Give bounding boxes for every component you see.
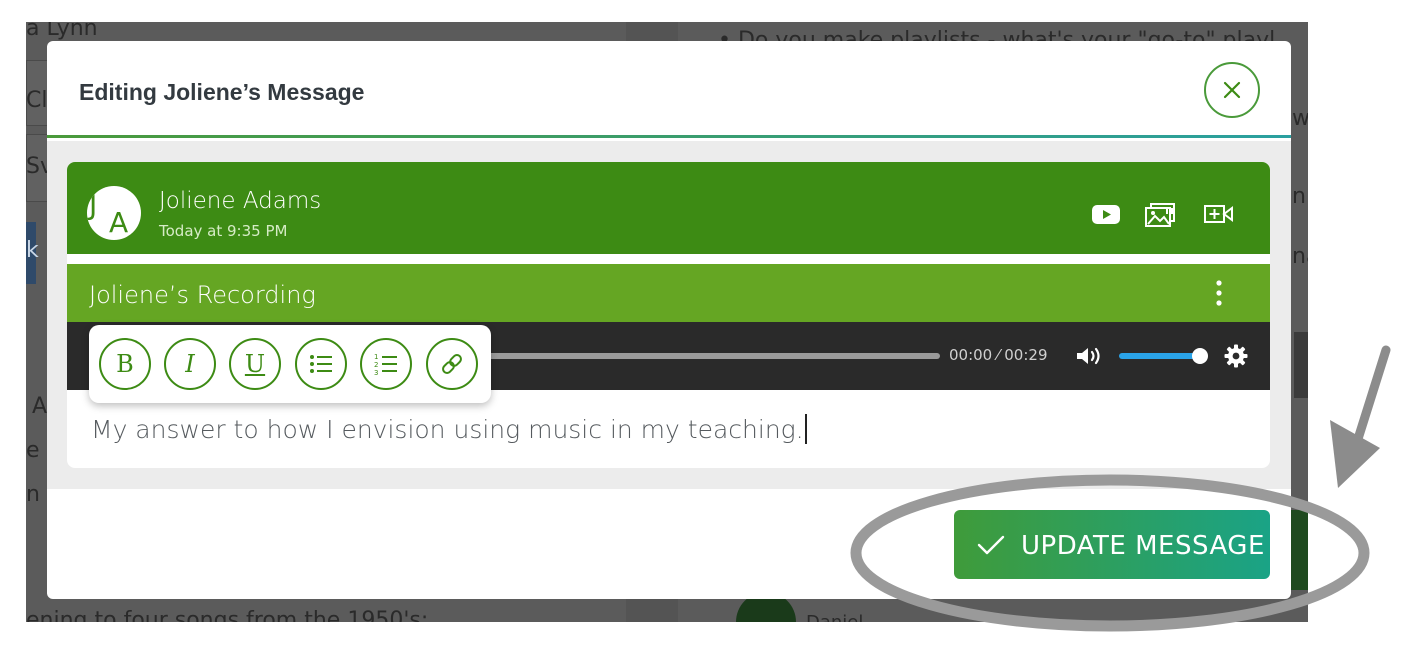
volume-icon[interactable] bbox=[1075, 344, 1105, 368]
message-text: My answer to how I envision using music … bbox=[91, 415, 804, 444]
annotation-arrow-head bbox=[1330, 420, 1380, 488]
link-icon bbox=[442, 354, 462, 374]
avatar-initial: J bbox=[89, 188, 98, 221]
recording-bar: Joliene’s Recording bbox=[67, 264, 1270, 322]
youtube-icon[interactable] bbox=[1089, 200, 1123, 228]
italic-button[interactable]: I bbox=[164, 338, 216, 390]
volume-slider[interactable] bbox=[1119, 348, 1209, 364]
add-video-icon[interactable] bbox=[1201, 200, 1235, 228]
message-header: J A Joliene Adams Today at 9:35 PM bbox=[67, 162, 1270, 254]
background-text: wa bbox=[1292, 106, 1308, 131]
bullet-list-icon bbox=[310, 355, 332, 373]
bullet-list-button[interactable] bbox=[295, 338, 347, 390]
background-text: n bbox=[26, 482, 40, 507]
edit-message-modal: Editing Joliene’s Message J A Joliene Ad… bbox=[47, 41, 1291, 599]
numbered-list-button[interactable]: 1 2 3 bbox=[360, 338, 412, 390]
background-text: Daniel bbox=[806, 612, 863, 622]
numbered-list-icon: 1 2 3 bbox=[374, 353, 397, 376]
svg-text:2: 2 bbox=[374, 361, 378, 369]
avatar-initial: A bbox=[109, 206, 129, 239]
volume-knob[interactable] bbox=[1192, 348, 1208, 364]
bold-button[interactable]: B bbox=[99, 338, 151, 390]
svg-text:3: 3 bbox=[374, 369, 378, 376]
background-text: ening to four songs from the 1950's: bbox=[26, 608, 429, 622]
background-text: e bbox=[26, 438, 40, 463]
svg-text:1: 1 bbox=[374, 353, 378, 361]
message-editor[interactable]: My answer to how I envision using music … bbox=[91, 414, 807, 444]
underline-button[interactable]: U bbox=[229, 338, 281, 390]
image-gallery-icon[interactable] bbox=[1143, 200, 1177, 228]
message-timestamp: Today at 9:35 PM bbox=[159, 222, 288, 240]
formatting-toolbar: B I U 1 2 3 bbox=[89, 325, 491, 403]
link-button[interactable] bbox=[426, 338, 478, 390]
checkmark-icon bbox=[977, 535, 1005, 555]
background-green-block bbox=[1288, 510, 1308, 590]
italic-label: I bbox=[185, 350, 195, 378]
player-time: 00:00 ⁄ 00:29 bbox=[949, 346, 1048, 364]
volume-level bbox=[1119, 353, 1200, 359]
progress-bar[interactable] bbox=[487, 353, 940, 359]
modal-header: Editing Joliene’s Message bbox=[47, 41, 1291, 138]
modal-body: J A Joliene Adams Today at 9:35 PM Jolie… bbox=[47, 141, 1291, 489]
annotation-arrow-shaft bbox=[1347, 345, 1391, 463]
more-options-icon[interactable] bbox=[1207, 278, 1231, 310]
screenshot-stage: a Lynn Cli Sv k A e n ening to four song… bbox=[0, 0, 1410, 658]
bold-label: B bbox=[116, 350, 134, 378]
author-name: Joliene Adams bbox=[159, 188, 322, 214]
background-dark-block bbox=[1294, 332, 1308, 398]
avatar: J A bbox=[87, 186, 141, 240]
background-text: ni bbox=[1292, 184, 1308, 209]
background-text: a Lynn bbox=[26, 22, 98, 41]
background-text: k bbox=[26, 238, 39, 263]
text-caret bbox=[804, 414, 807, 444]
update-message-label: UPDATE MESSAGE bbox=[1021, 531, 1265, 561]
underline-label: U bbox=[244, 350, 266, 378]
background-text: A bbox=[32, 394, 48, 419]
close-x-icon bbox=[1223, 81, 1241, 99]
update-message-button[interactable]: UPDATE MESSAGE bbox=[954, 510, 1270, 579]
close-button[interactable] bbox=[1204, 62, 1260, 118]
settings-icon[interactable] bbox=[1223, 343, 1249, 369]
message-card: J A Joliene Adams Today at 9:35 PM Jolie… bbox=[67, 162, 1270, 468]
background-text: na bbox=[1292, 244, 1308, 269]
recording-title: Joliene’s Recording bbox=[89, 281, 316, 309]
modal-title: Editing Joliene’s Message bbox=[79, 79, 365, 105]
